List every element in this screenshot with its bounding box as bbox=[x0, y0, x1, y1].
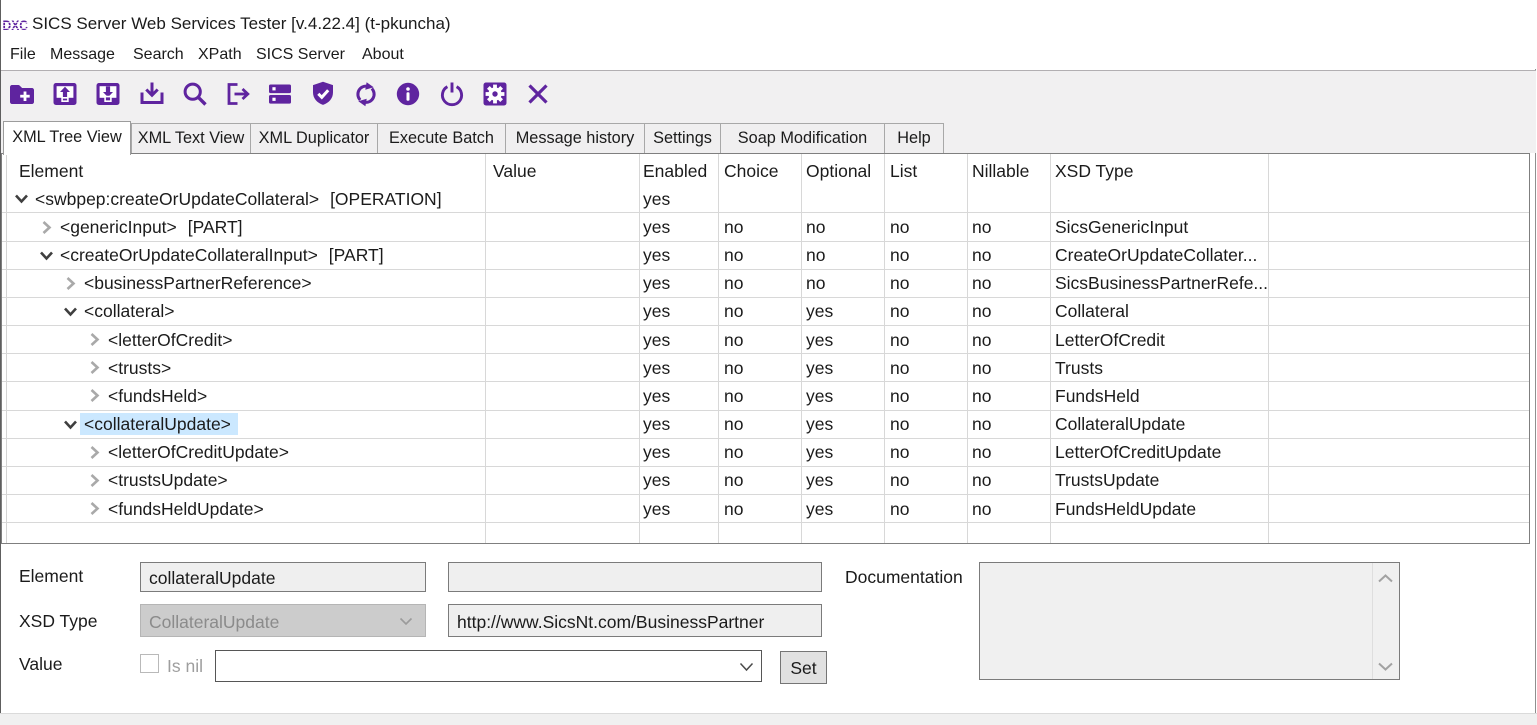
svg-text:DXC: DXC bbox=[3, 19, 28, 31]
